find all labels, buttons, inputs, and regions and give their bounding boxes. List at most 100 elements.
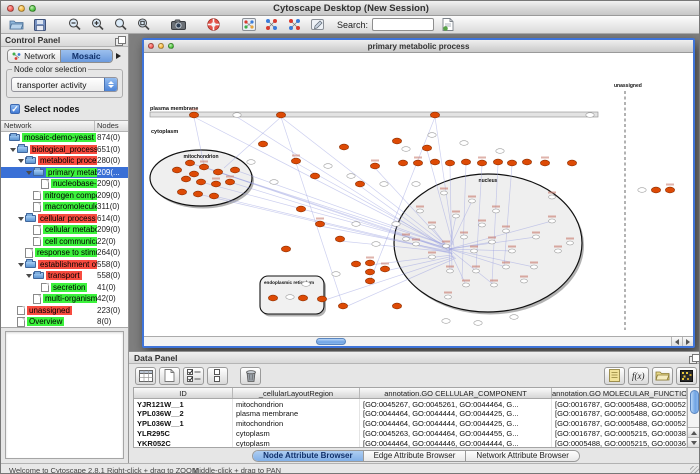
network-node[interactable]: [473, 269, 480, 273]
network-node-selected[interactable]: [392, 303, 401, 309]
network-node-selected[interactable]: [196, 179, 205, 185]
tree-row[interactable]: Overview8(0): [1, 316, 128, 327]
network-node-selected[interactable]: [213, 169, 222, 175]
tree-row[interactable]: primary metabol209(...: [1, 167, 128, 179]
scroll-down-icon[interactable]: [688, 437, 700, 447]
tree-row[interactable]: response to stimulu264(0): [1, 247, 128, 259]
disclosure-triangle-icon[interactable]: [10, 146, 17, 153]
notepad-icon[interactable]: [604, 367, 625, 385]
network-node-selected[interactable]: [296, 206, 305, 212]
network-node-selected[interactable]: [398, 160, 407, 166]
network-node[interactable]: [447, 269, 454, 273]
save-icon[interactable]: [30, 17, 49, 32]
tree-row[interactable]: secretion41(0): [1, 282, 128, 294]
network-node[interactable]: [509, 249, 516, 253]
network-node[interactable]: [233, 113, 241, 118]
network-node-selected[interactable]: [172, 167, 181, 173]
scroll-up-icon[interactable]: [688, 427, 700, 437]
network-node-selected[interactable]: [335, 236, 344, 242]
vscrollbar-thumb[interactable]: [690, 390, 699, 414]
network-node[interactable]: [493, 209, 500, 213]
network-node-selected[interactable]: [422, 145, 431, 151]
network-node[interactable]: [403, 237, 410, 241]
disclosure-triangle-icon[interactable]: [18, 261, 25, 268]
network-node[interactable]: [469, 199, 476, 203]
network-node-selected[interactable]: [298, 295, 307, 301]
network-node-selected[interactable]: [392, 138, 401, 144]
import-document-icon[interactable]: [438, 17, 457, 32]
scroll-right-icon[interactable]: [682, 337, 693, 346]
network-window-titlebar[interactable]: primary metabolic process: [144, 40, 693, 53]
open-icon[interactable]: [7, 17, 26, 32]
network-node[interactable]: [441, 191, 448, 195]
network-node-selected[interactable]: [339, 144, 348, 150]
attribute-table-icon[interactable]: [135, 367, 156, 385]
tree-row[interactable]: nitrogen compo209(0): [1, 190, 128, 202]
network-node[interactable]: [510, 315, 518, 320]
network-node-selected[interactable]: [370, 163, 379, 169]
select-nodes-checkbox[interactable]: ✓: [10, 104, 20, 114]
float-panel-icon[interactable]: [115, 36, 124, 44]
tree-row[interactable]: mosaic-demo-yeast874(0): [1, 132, 128, 144]
table-row[interactable]: YJR121W__1mitochondrion[GO:0045267, GO:0…: [134, 399, 687, 409]
network-node[interactable]: [461, 235, 468, 239]
network-node-selected[interactable]: [365, 260, 374, 266]
tree-row[interactable]: biological_process651(0): [1, 144, 128, 156]
network-node-selected[interactable]: [209, 193, 218, 199]
tab-network-attribute-browser[interactable]: Network Attribute Browser: [465, 451, 578, 461]
network-node-selected[interactable]: [189, 171, 198, 177]
network-node-selected[interactable]: [177, 189, 186, 195]
network-node[interactable]: [429, 225, 436, 229]
function-builder-icon[interactable]: f(x): [628, 367, 649, 385]
tree-row[interactable]: metabolic process280(0): [1, 155, 128, 167]
table-row[interactable]: YKR052Ccytoplasm[GO:0044464, GO:0044446,…: [134, 438, 687, 447]
network-node-selected[interactable]: [230, 167, 239, 173]
network-node[interactable]: [372, 242, 380, 247]
network-node-selected[interactable]: [567, 160, 576, 166]
network-node[interactable]: [392, 222, 400, 227]
network-node[interactable]: [445, 295, 452, 299]
network-node[interactable]: [428, 133, 436, 138]
network-node[interactable]: [463, 283, 470, 287]
network-node[interactable]: [567, 241, 574, 245]
vertical-scrollbar[interactable]: [687, 388, 700, 447]
network-node[interactable]: [503, 229, 510, 233]
network-node-selected[interactable]: [507, 160, 516, 166]
network-node-selected[interactable]: [181, 176, 190, 182]
network-node-selected[interactable]: [522, 159, 531, 165]
network-node[interactable]: [453, 214, 460, 218]
network-node-selected[interactable]: [276, 112, 285, 118]
tree-row[interactable]: transport558(0): [1, 270, 128, 282]
network-node[interactable]: [417, 209, 424, 213]
tree-column-nodes[interactable]: Nodes: [95, 121, 128, 131]
tab-overflow-icon[interactable]: [116, 53, 124, 59]
disclosure-triangle-icon[interactable]: [26, 272, 33, 279]
network-node-selected[interactable]: [193, 191, 202, 197]
network-modify-blue-icon[interactable]: [262, 17, 281, 32]
network-node[interactable]: [489, 240, 496, 244]
column-header[interactable]: _cellularLayoutRegion: [233, 388, 360, 398]
scrollbar-thumb[interactable]: [316, 338, 346, 345]
network-node[interactable]: [443, 244, 450, 248]
network-node[interactable]: [479, 223, 486, 227]
network-node[interactable]: [521, 279, 528, 283]
network-node[interactable]: [442, 319, 450, 324]
zoom-out-icon[interactable]: [65, 17, 84, 32]
network-node[interactable]: [347, 174, 355, 179]
search-input[interactable]: [373, 19, 434, 30]
network-node[interactable]: [247, 160, 255, 165]
tree-row[interactable]: unassigned223(0): [1, 305, 128, 317]
network-node[interactable]: [549, 195, 556, 199]
network-node[interactable]: [531, 265, 538, 269]
horizontal-scrollbar[interactable]: [144, 336, 693, 346]
network-node[interactable]: [429, 255, 436, 259]
network-node-selected[interactable]: [380, 266, 389, 272]
network-node[interactable]: [270, 180, 278, 185]
network-node-selected[interactable]: [317, 296, 326, 302]
network-node-selected[interactable]: [355, 181, 364, 187]
network-node-selected[interactable]: [211, 181, 220, 187]
network-node-selected[interactable]: [651, 187, 660, 193]
network-node[interactable]: [474, 321, 482, 326]
float-data-panel-icon[interactable]: [689, 354, 698, 362]
network-node-selected[interactable]: [268, 295, 277, 301]
